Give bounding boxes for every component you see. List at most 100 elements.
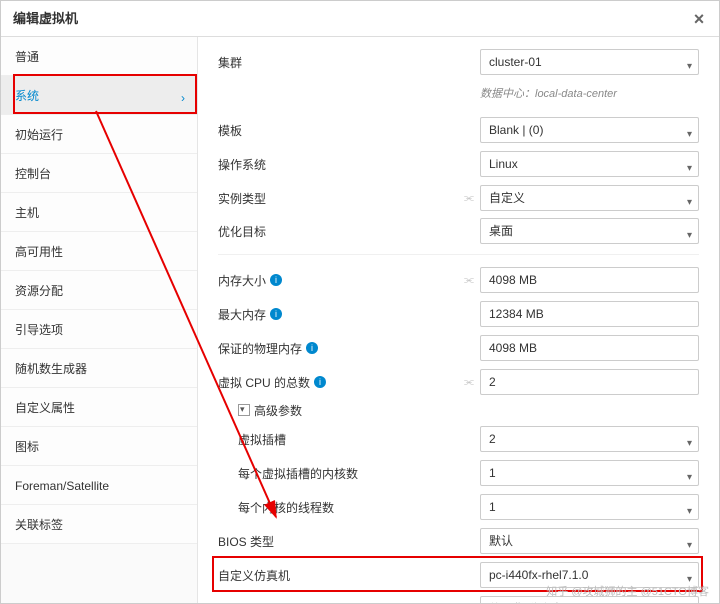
sidebar-item-label: 普通 [15, 50, 39, 64]
caret-down-icon: ▾ [687, 534, 692, 558]
row-advanced-params: 高级参数 [218, 399, 699, 422]
sidebar-item-resource[interactable]: 资源分配 [1, 271, 197, 310]
caret-down-icon: ▾ [687, 466, 692, 490]
label-virtual-sockets: 虚拟插槽 [238, 431, 286, 448]
sidebar-item-initial-run[interactable]: 初始运行 [1, 115, 197, 154]
row-memory-size: 内存大小 i ⫘ 4098 MB [218, 263, 699, 297]
edit-vm-dialog: 编辑虚拟机 × 普通 系统 › 初始运行 控制台 主机 高可用性 [0, 0, 720, 604]
caret-down-icon: ▾ [687, 157, 692, 181]
sidebar-item-label: 控制台 [15, 167, 51, 181]
select-cluster[interactable]: cluster-01▾ [480, 49, 699, 75]
info-icon[interactable]: i [270, 274, 282, 286]
label-bios-type: BIOS 类型 [218, 533, 274, 550]
caret-down-icon: ▾ [687, 191, 692, 215]
caret-down-icon: ▾ [687, 123, 692, 147]
info-icon[interactable]: i [314, 376, 326, 388]
row-os: 操作系统 Linux▾ [218, 147, 699, 181]
sidebar-item-label: 系统 [15, 89, 39, 103]
select-template[interactable]: Blank | (0)▾ [480, 117, 699, 143]
select-virtual-sockets[interactable]: 2▾ [480, 426, 699, 452]
sidebar-item-console[interactable]: 控制台 [1, 154, 197, 193]
caret-down-icon: ▾ [687, 568, 692, 592]
label-custom-cpu-type: 自定义 CPU 类型 [218, 601, 310, 604]
row-cores-per-socket: 每个虚拟插槽的内核数 1▾ [218, 456, 699, 490]
select-emulated-machine[interactable]: pc-i440fx-rhel7.1.0▾ [480, 562, 699, 588]
label-total-vcpu: 虚拟 CPU 的总数 [218, 374, 310, 391]
dialog-title: 编辑虚拟机 [13, 11, 78, 26]
input-guaranteed-memory[interactable]: 4098 MB [480, 335, 699, 361]
input-memory-size[interactable]: 4098 MB [480, 267, 699, 293]
sidebar-item-ha[interactable]: 高可用性 [1, 232, 197, 271]
sidebar-item-icon[interactable]: 图标 [1, 427, 197, 466]
row-cluster: 集群 cluster-01▾ [218, 45, 699, 79]
row-emulated-machine: 自定义仿真机 pc-i440fx-rhel7.1.0▾ [218, 558, 699, 592]
select-optimized-for[interactable]: 桌面▾ [480, 218, 699, 244]
sidebar-item-foreman[interactable]: Foreman/Satellite [1, 466, 197, 505]
row-threads-per-core: 每个内核的线程数 1▾ [218, 490, 699, 524]
sidebar-item-label: Foreman/Satellite [15, 479, 109, 493]
row-optimized-for: 优化目标 桌面▾ [218, 215, 699, 255]
label-optimized-for: 优化目标 [218, 223, 266, 240]
row-total-vcpu: 虚拟 CPU 的总数 i ⫘ 2 [218, 365, 699, 399]
row-custom-cpu-type: 自定义 CPU 类型 使用集群默认设置(Intel SandyBridge IB… [218, 592, 699, 603]
label-cores-per-socket: 每个虚拟插槽的内核数 [238, 465, 358, 482]
sidebar-item-general[interactable]: 普通 [1, 37, 197, 76]
collapse-toggle-icon[interactable] [238, 404, 250, 416]
chain-icon: ⫘ [464, 274, 474, 286]
sidebar-item-rng[interactable]: 随机数生成器 [1, 349, 197, 388]
select-custom-cpu-type[interactable]: 使用集群默认设置(Intel SandyBridge IBRS SS...▾ [480, 596, 699, 603]
dialog-body: 普通 系统 › 初始运行 控制台 主机 高可用性 资源分配 引导选项 [1, 37, 719, 603]
sidebar-item-host[interactable]: 主机 [1, 193, 197, 232]
chain-icon: ⫘ [464, 192, 474, 204]
label-threads-per-core: 每个内核的线程数 [238, 499, 334, 516]
row-max-memory: 最大内存 i 12384 MB [218, 297, 699, 331]
row-template: 模板 Blank | (0)▾ [218, 113, 699, 147]
label-template: 模板 [218, 122, 242, 139]
caret-down-icon: ▾ [687, 432, 692, 456]
row-guaranteed-memory: 保证的物理内存 i 4098 MB [218, 331, 699, 365]
caret-down-icon: ▾ [687, 55, 692, 79]
close-icon[interactable]: × [687, 1, 711, 37]
label-instance-type: 实例类型 [218, 190, 266, 207]
select-bios-type[interactable]: 默认▾ [480, 528, 699, 554]
label-os: 操作系统 [218, 156, 266, 173]
select-instance-type[interactable]: 自定义▾ [480, 185, 699, 211]
label-guaranteed-memory: 保证的物理内存 [218, 340, 302, 357]
select-cores-per-socket[interactable]: 1▾ [480, 460, 699, 486]
row-virtual-sockets: 虚拟插槽 2▾ [218, 422, 699, 456]
sidebar-item-label: 关联标签 [15, 518, 63, 532]
dialog-header: 编辑虚拟机 × [1, 1, 719, 37]
sidebar-item-label: 随机数生成器 [15, 362, 87, 376]
sidebar-item-label: 引导选项 [15, 323, 63, 337]
caret-down-icon: ▾ [687, 224, 692, 248]
sidebar-item-custom[interactable]: 自定义属性 [1, 388, 197, 427]
row-bios-type: BIOS 类型 默认▾ [218, 524, 699, 558]
chain-icon: ⫘ [464, 376, 474, 388]
caret-down-icon: ▾ [687, 500, 692, 524]
content-system: 集群 cluster-01▾ 数据中心：local-data-center 模板… [198, 37, 719, 603]
caret-down-icon: ▾ [687, 602, 692, 603]
info-icon[interactable]: i [306, 342, 318, 354]
sidebar-item-boot[interactable]: 引导选项 [1, 310, 197, 349]
row-datacenter-caption: 数据中心：local-data-center [218, 79, 699, 113]
label-cluster: 集群 [218, 54, 242, 71]
input-max-memory[interactable]: 12384 MB [480, 301, 699, 327]
label-max-memory: 最大内存 [218, 306, 266, 323]
label-memory-size: 内存大小 [218, 272, 266, 289]
select-os[interactable]: Linux▾ [480, 151, 699, 177]
sidebar-item-label: 自定义属性 [15, 401, 75, 415]
chevron-right-icon: › [181, 88, 185, 108]
sidebar-item-label: 主机 [15, 206, 39, 220]
sidebar-item-label: 初始运行 [15, 128, 63, 142]
label-emulated-machine: 自定义仿真机 [218, 567, 290, 584]
sidebar-item-tags[interactable]: 关联标签 [1, 505, 197, 544]
sidebar-item-system[interactable]: 系统 › [1, 76, 197, 115]
info-icon[interactable]: i [270, 308, 282, 320]
row-instance-type: 实例类型 ⫘ 自定义▾ [218, 181, 699, 215]
caption-datacenter: 数据中心：local-data-center [480, 88, 617, 100]
sidebar: 普通 系统 › 初始运行 控制台 主机 高可用性 资源分配 引导选项 [1, 37, 198, 603]
sidebar-item-label: 高可用性 [15, 245, 63, 259]
input-total-vcpu[interactable]: 2 [480, 369, 699, 395]
select-threads-per-core[interactable]: 1▾ [480, 494, 699, 520]
label-advanced-params[interactable]: 高级参数 [254, 402, 302, 419]
